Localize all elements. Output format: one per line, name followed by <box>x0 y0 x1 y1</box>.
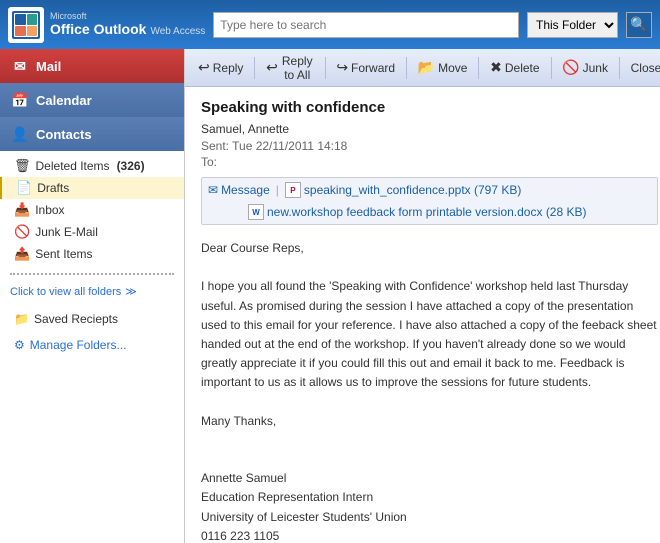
inbox-icon: 📥 <box>14 202 30 218</box>
outlook-logo-icon <box>8 7 44 43</box>
docx-attachment[interactable]: W new.workshop feedback form printable v… <box>248 204 587 220</box>
attachment-sep: | <box>276 183 279 197</box>
drafts-label: Drafts <box>37 181 69 195</box>
reply-label: Reply <box>213 61 244 75</box>
mail-label: Mail <box>36 59 61 74</box>
delete-label: Delete <box>505 61 540 75</box>
sidebar-item-contacts[interactable]: 👤 Contacts <box>0 117 184 151</box>
sent-icon: 📤 <box>14 246 30 262</box>
email-view: Speaking with confidence Samuel, Annette… <box>185 87 660 543</box>
move-button[interactable]: 📂 Move <box>411 56 475 79</box>
sidebar: ✉ Mail 📅 Calendar 👤 Contacts 🗑 Deleted I… <box>0 49 185 543</box>
reply-button[interactable]: ↩ Reply <box>191 56 250 79</box>
outlook-label: Office Outlook <box>50 21 146 38</box>
deleted-badge: (326) <box>117 159 145 173</box>
forward-icon: ↪ <box>336 59 348 76</box>
saved-section: 📁 Saved Reciepts <box>0 304 184 334</box>
toolbar-sep-5 <box>551 57 552 79</box>
sidebar-divider <box>10 273 174 275</box>
email-toolbar: ↩ Reply ↩ Reply to All ↪ Forward 📂 Move … <box>185 49 660 87</box>
forward-label: Forward <box>351 61 395 75</box>
deleted-icon: 🗑 <box>14 158 31 174</box>
forward-button[interactable]: ↪ Forward <box>329 56 402 79</box>
drafts-icon: 📄 <box>16 180 32 196</box>
saved-receipts-label: Saved Reciepts <box>34 312 118 326</box>
manage-folders-icon: ⚙ <box>14 338 25 352</box>
message-icon: ✉ <box>208 183 218 197</box>
email-subject: Speaking with confidence <box>201 99 658 116</box>
app-header: Microsoft Office Outlook Web Access This… <box>0 0 660 49</box>
main-layout: ✉ Mail 📅 Calendar 👤 Contacts 🗑 Deleted I… <box>0 49 660 543</box>
chevron-down-icon: ≫ <box>125 285 137 298</box>
contacts-label: Contacts <box>36 127 92 142</box>
folder-junk[interactable]: 🚫 Junk E-Mail <box>0 221 184 243</box>
toolbar-sep-1 <box>254 57 255 79</box>
move-label: Move <box>438 61 467 75</box>
search-scope-select[interactable]: This Folder All Mail All Items <box>527 12 618 38</box>
sent-label: Sent Items <box>35 247 92 261</box>
junk-icon: 🚫 <box>14 224 30 240</box>
message-label: Message <box>221 183 270 197</box>
junk-toolbar-icon: 🚫 <box>562 59 579 76</box>
folder-sent[interactable]: 📤 Sent Items <box>0 243 184 265</box>
calendar-label: Calendar <box>36 93 92 108</box>
sidebar-item-calendar[interactable]: 📅 Calendar <box>0 83 184 117</box>
saved-receipts-item[interactable]: 📁 Saved Reciepts <box>0 308 184 330</box>
reply-all-button[interactable]: ↩ Reply to All <box>259 51 321 85</box>
search-input[interactable] <box>213 12 519 38</box>
search-button[interactable]: 🔍 <box>626 12 652 38</box>
logo-area: Microsoft Office Outlook Web Access <box>8 7 205 43</box>
junk-label: Junk E-Mail <box>35 225 98 239</box>
junk-label: Junk <box>583 61 608 75</box>
web-access-label: Web Access <box>150 26 205 38</box>
toolbar-sep-2 <box>325 57 326 79</box>
email-to-label: To: <box>201 155 658 169</box>
pptx-icon: P <box>285 182 301 198</box>
toolbar-sep-3 <box>406 57 407 79</box>
close-button[interactable]: Close <box>624 58 660 78</box>
email-body: Dear Course Reps, I hope you all found t… <box>201 239 658 543</box>
saved-folder-icon: 📁 <box>14 312 29 326</box>
email-from: Samuel, Annette <box>201 122 658 136</box>
reply-icon: ↩ <box>198 59 210 76</box>
folder-deleted[interactable]: 🗑 Deleted Items (326) <box>0 155 184 177</box>
view-all-label: Click to view all folders <box>10 286 121 298</box>
docx-icon: W <box>248 204 264 220</box>
folder-inbox[interactable]: 📥 Inbox <box>0 199 184 221</box>
attachments-row: ✉ Message | P speaking_with_confidence.p… <box>201 177 658 225</box>
email-sent: Sent: Tue 22/11/2011 14:18 <box>201 139 658 153</box>
contacts-icon: 👤 <box>10 124 30 144</box>
folder-list: 🗑 Deleted Items (326) 📄 Drafts 📥 Inbox 🚫… <box>0 151 184 269</box>
microsoft-label: Microsoft <box>50 11 205 22</box>
sidebar-item-mail[interactable]: ✉ Mail <box>0 49 184 83</box>
content-area: ↩ Reply ↩ Reply to All ↪ Forward 📂 Move … <box>185 49 660 543</box>
manage-folders-label: Manage Folders... <box>30 338 127 352</box>
view-all-folders-link[interactable]: Click to view all folders ≫ <box>0 279 184 304</box>
junk-button[interactable]: 🚫 Junk <box>555 56 615 79</box>
inbox-label: Inbox <box>35 203 64 217</box>
close-label: Close <box>631 61 660 75</box>
move-icon: 📂 <box>418 59 435 76</box>
mail-icon: ✉ <box>10 56 30 76</box>
folder-drafts[interactable]: 📄 Drafts <box>0 177 184 199</box>
deleted-label: Deleted Items <box>36 159 110 173</box>
reply-all-icon: ↩ <box>266 59 278 76</box>
docx-label[interactable]: new.workshop feedback form printable ver… <box>267 205 587 219</box>
logo-text: Microsoft Office Outlook Web Access <box>50 11 205 39</box>
reply-all-label: Reply to All <box>281 54 314 82</box>
toolbar-sep-4 <box>478 57 479 79</box>
manage-folders-link[interactable]: ⚙ Manage Folders... <box>0 334 184 356</box>
calendar-icon: 📅 <box>10 90 30 110</box>
delete-button[interactable]: ✖ Delete <box>483 56 546 79</box>
message-attachment[interactable]: ✉ Message <box>208 183 270 197</box>
toolbar-sep-6 <box>619 57 620 79</box>
pptx-attachment[interactable]: P speaking_with_confidence.pptx (797 KB) <box>285 182 521 198</box>
pptx-label[interactable]: speaking_with_confidence.pptx (797 KB) <box>304 183 521 197</box>
delete-icon: ✖ <box>490 59 502 76</box>
